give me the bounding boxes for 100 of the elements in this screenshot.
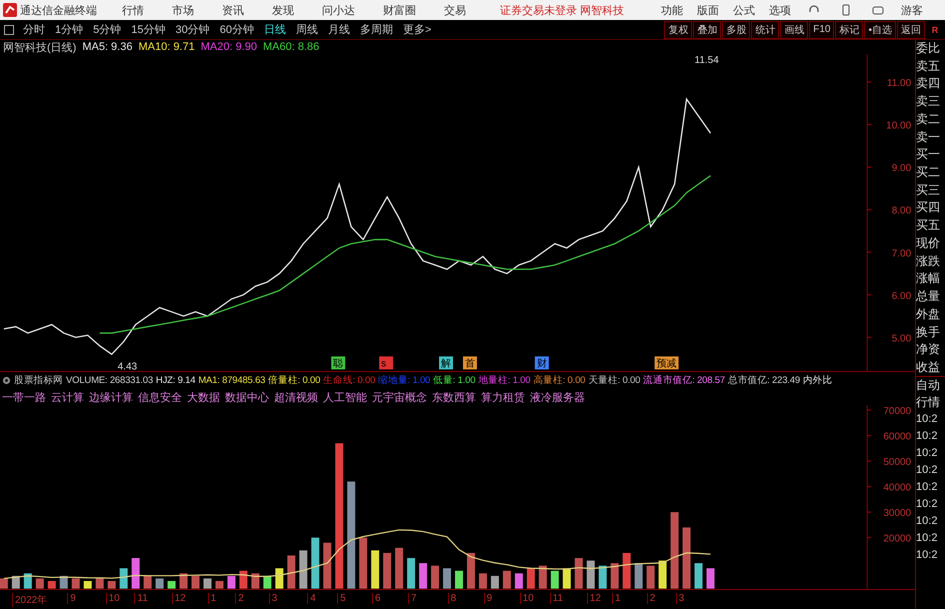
quote-label: 现价	[916, 234, 942, 252]
volume-bar	[598, 566, 607, 590]
chart-tool-button[interactable]: 返回	[897, 20, 925, 38]
chart-tool-button[interactable]: F10	[809, 20, 834, 38]
chart-tool-button[interactable]: 多股	[722, 20, 750, 38]
quote-label: 外盘	[916, 306, 942, 323]
concept-tag: 边缘计算	[89, 390, 133, 405]
indicator-readout: MA1: 879485.63	[198, 375, 266, 386]
period-tab[interactable]: 月线	[323, 22, 355, 37]
indicator-readout: 内外比	[802, 374, 832, 388]
axis-label: 6.00	[892, 290, 912, 302]
settings-icon[interactable]	[2, 376, 11, 386]
concept-tag: 大数据	[187, 390, 220, 405]
menu-item[interactable]: 市场	[158, 2, 208, 18]
volume-bar	[251, 574, 260, 590]
quote-label: 买一	[916, 146, 942, 164]
tool-menu-item[interactable]: 功能	[654, 2, 690, 18]
volume-bar	[526, 568, 535, 590]
tick-time: 10:2	[916, 480, 938, 495]
indicator-readout: 低量: 1.00	[433, 374, 476, 388]
volume-bar	[60, 576, 68, 590]
volume-bar	[694, 564, 703, 590]
volume-bar	[562, 568, 571, 590]
phone-icon[interactable]	[840, 4, 852, 16]
quote-label: 卖一	[916, 128, 942, 146]
chart-tool-button[interactable]: 复权	[664, 20, 692, 38]
volume-bar	[574, 558, 583, 590]
tick-time: 10:2	[916, 531, 938, 546]
axis-label: 10.00	[886, 120, 912, 132]
status-letter: R	[930, 24, 940, 34]
indicator-readout: MA5: 9.36	[82, 41, 132, 53]
volume-bar	[407, 558, 416, 590]
indicator-readout: 总市值亿: 223.49	[728, 374, 800, 388]
quote-label: 买二	[916, 164, 942, 182]
indicator-readout: 缩地量: 1.00	[378, 374, 430, 388]
date-label: 12	[586, 593, 601, 604]
tick-time: 10:2	[916, 412, 938, 427]
period-tab[interactable]: 15分钟	[126, 22, 170, 37]
quote-label: 总量	[916, 288, 942, 306]
axis-label: 5.00	[892, 333, 912, 344]
chart-tool-button[interactable]: 标记	[835, 20, 864, 38]
panel-icon[interactable]	[4, 24, 14, 34]
tool-menu-item[interactable]: 选项	[762, 2, 798, 18]
menu-item[interactable]: 交易	[430, 2, 480, 18]
date-label: 3	[268, 593, 278, 604]
axis-label: 70000	[883, 406, 912, 418]
date-label: 10	[106, 593, 120, 604]
quote-label: 卖五	[916, 58, 942, 75]
date-label: 2	[646, 593, 656, 604]
concept-tag: 东数西算	[432, 390, 476, 405]
concept-tag: 元宇宙概念	[372, 390, 427, 405]
volume-bar	[359, 538, 368, 590]
menu-item[interactable]: 问小达	[308, 2, 369, 18]
volume-bar	[455, 571, 463, 590]
date-label: 1	[208, 593, 216, 604]
chart-tool-button[interactable]: 叠加	[693, 20, 722, 38]
axis-label: 50000	[883, 458, 912, 468]
volume-bar	[239, 571, 248, 590]
volume-bar	[227, 576, 236, 590]
chart-tool-button[interactable]: 统计	[751, 20, 780, 38]
volume-bar	[550, 571, 559, 590]
axis-label: 8.00	[892, 206, 912, 217]
user-label[interactable]: 游客	[901, 2, 923, 18]
period-tab[interactable]: 日线	[259, 22, 291, 37]
quote-label: 净资	[916, 341, 942, 358]
login-notice[interactable]: 证券交易未登录 网智科技	[500, 2, 624, 18]
price-label: 11.54	[694, 55, 719, 66]
tick-time: 10:2	[916, 429, 938, 444]
indicator-readout: MA20: 9.90	[200, 41, 257, 53]
tool-menu-item[interactable]: 版面	[690, 2, 726, 18]
chart-tool-button[interactable]: •自选	[864, 20, 896, 38]
event-tag: 财	[534, 356, 549, 370]
menu-item[interactable]: 资讯	[208, 2, 258, 18]
period-tab[interactable]: 30分钟	[170, 22, 215, 37]
period-tab[interactable]: 分时	[18, 22, 50, 37]
indicator-readout: MA10: 9.71	[138, 41, 195, 53]
period-tab[interactable]: 更多>	[398, 22, 436, 37]
volume-bar	[706, 568, 714, 590]
period-tab[interactable]: 1分钟	[50, 22, 88, 37]
tick-time: 10:2	[916, 463, 938, 478]
date-label: 5	[337, 593, 346, 604]
volume-bar	[215, 581, 224, 590]
date-label: 1	[612, 593, 621, 604]
axis-label: 20000	[883, 534, 912, 545]
quote-label: 涨幅	[916, 270, 942, 288]
menu-item[interactable]: 发现	[258, 2, 308, 18]
period-tab[interactable]: 60分钟	[214, 22, 259, 37]
menu-item[interactable]: 财富圈	[369, 2, 430, 18]
date-label: 11	[550, 593, 563, 604]
period-tab[interactable]: 5分钟	[88, 22, 126, 37]
period-tab[interactable]: 周线	[291, 22, 323, 37]
period-tab[interactable]: 多周期	[355, 22, 398, 37]
volume-bar	[263, 576, 272, 590]
chart-tool-button[interactable]: 画线	[780, 20, 808, 38]
volume-bar	[96, 578, 104, 590]
indicator-readout: MA60: 8.86	[263, 41, 320, 53]
event-tag: 首	[463, 356, 477, 370]
tool-menu-item[interactable]: 公式	[726, 2, 762, 18]
message-icon[interactable]	[872, 4, 884, 16]
menu-item[interactable]: 行情	[108, 2, 158, 18]
